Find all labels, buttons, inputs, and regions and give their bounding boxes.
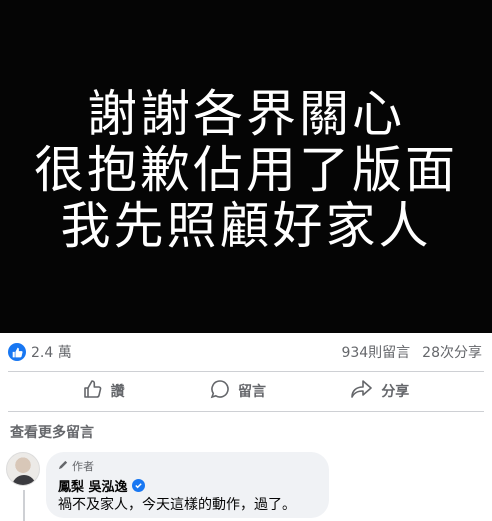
post-image-line-3: 我先照顧好家人: [60, 196, 432, 255]
comment-text: 禍不及家人，今天這樣的動作，過了。: [58, 497, 296, 513]
author-badge: 作者: [58, 458, 317, 473]
reaction-summary[interactable]: 2.4 萬: [8, 342, 72, 362]
author-badge-label: 作者: [72, 459, 94, 473]
commenter-name[interactable]: 鳳梨 吳泓逸: [58, 476, 128, 495]
view-more-comments-link[interactable]: 查看更多留言: [10, 422, 94, 442]
post-actions: 讚 留言 分享: [0, 372, 492, 410]
comment-label: 留言: [237, 384, 266, 400]
share-count-link[interactable]: 28次分享: [422, 342, 482, 362]
thread-line: [23, 490, 25, 521]
comment-item: 作者 鳳梨 吳泓逸 禍不及家人，今天這樣的動作，過了。: [6, 452, 486, 521]
share-arrow-icon: [351, 379, 373, 403]
thumbs-up-icon: [83, 379, 103, 403]
like-label: 讚: [110, 384, 125, 400]
post-stats-bar: 2.4 萬 934則留言 28次分享: [0, 333, 492, 371]
post-image-line-1: 謝謝各界關心: [87, 84, 405, 143]
avatar[interactable]: [6, 452, 40, 486]
divider: [8, 411, 484, 412]
comment-button[interactable]: 留言: [210, 379, 266, 403]
comment-bubble-icon: [210, 379, 230, 403]
share-label: 分享: [381, 384, 410, 400]
post-image-line-2: 很抱歉佔用了版面: [34, 140, 458, 199]
comment-count-link[interactable]: 934則留言: [341, 342, 410, 362]
share-button[interactable]: 分享: [351, 379, 409, 403]
like-button[interactable]: 讚: [83, 379, 125, 403]
reaction-count: 2.4 萬: [31, 345, 72, 361]
comment-bubble: 作者 鳳梨 吳泓逸 禍不及家人，今天這樣的動作，過了。: [46, 452, 329, 518]
post-image[interactable]: 謝謝各界關心 很抱歉佔用了版面 我先照顧好家人: [0, 0, 492, 333]
like-reaction-icon: [8, 343, 26, 361]
verified-badge-icon: [131, 478, 145, 492]
pencil-icon: [58, 459, 69, 473]
